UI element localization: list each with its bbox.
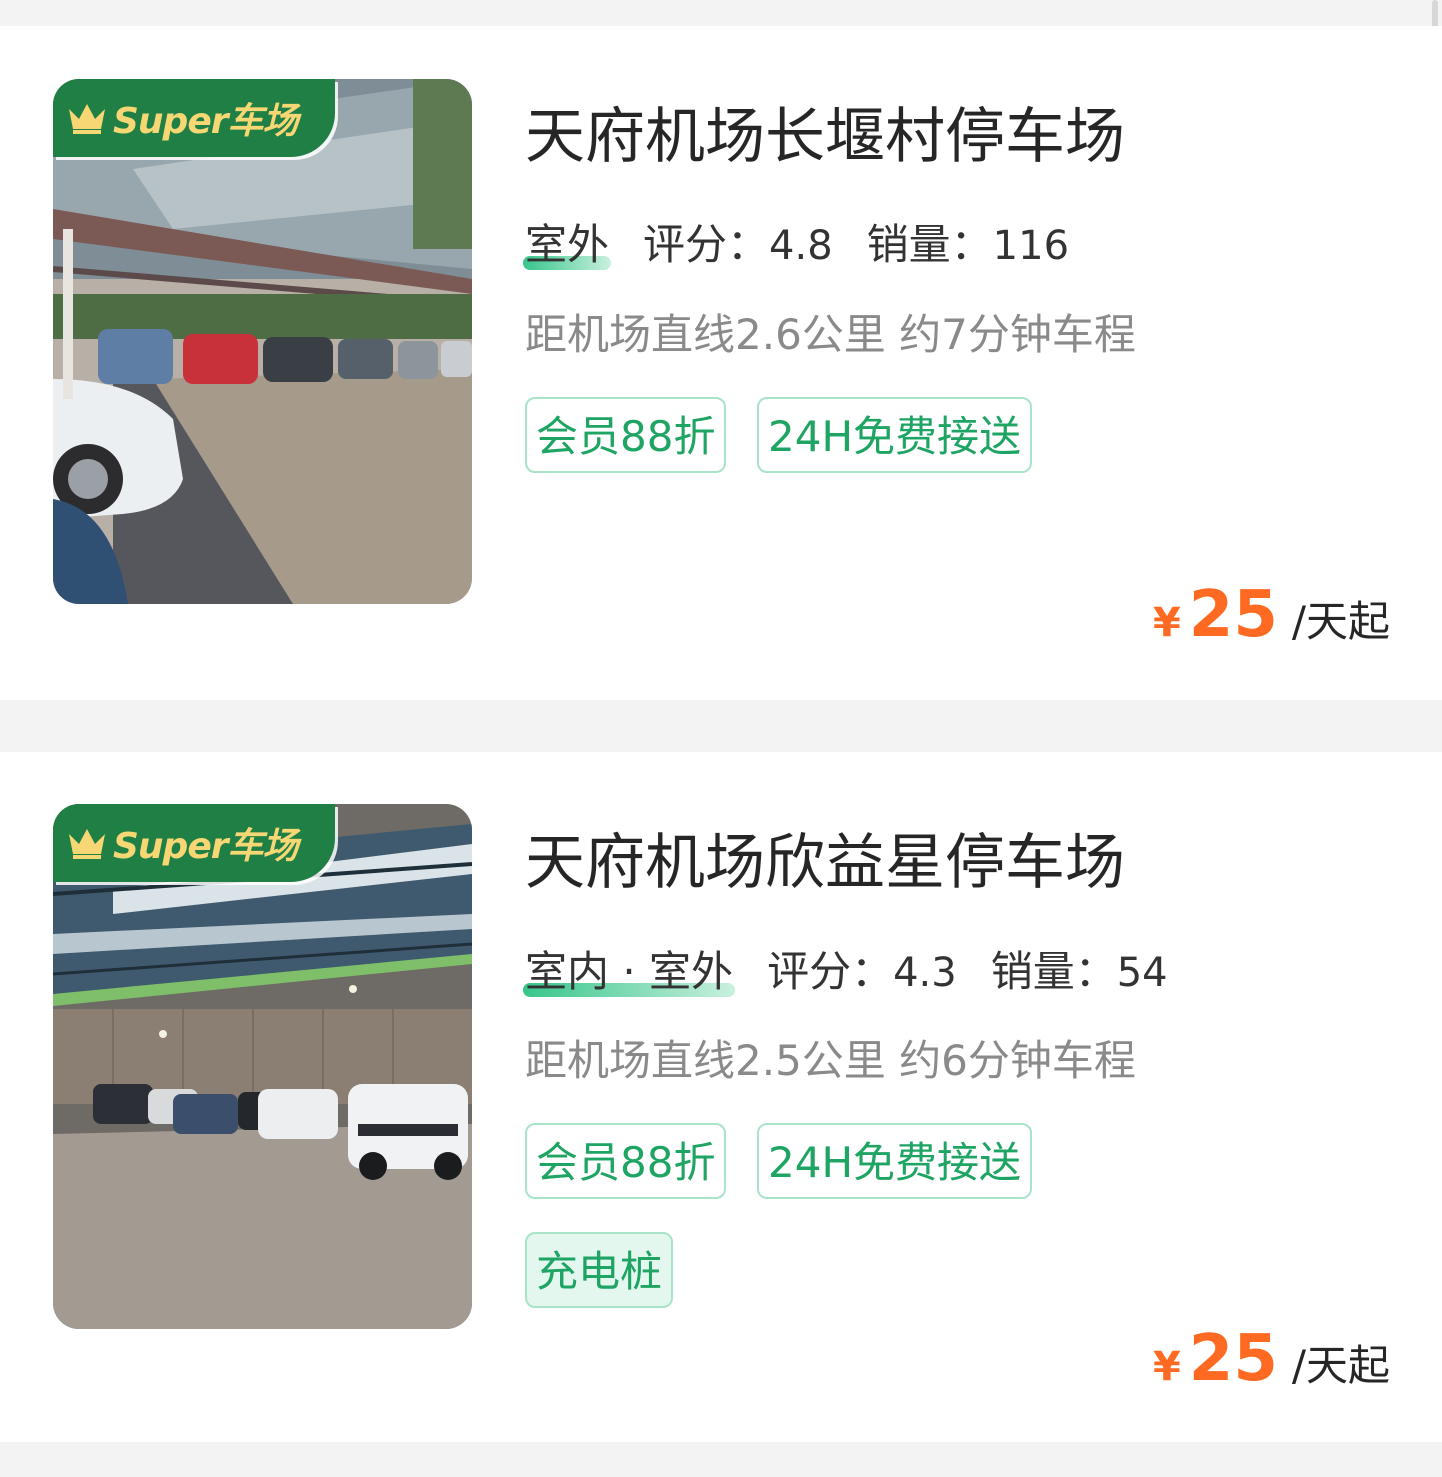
environment-label: 室外 bbox=[522, 211, 612, 272]
distance-text: 距机场直线2.6公里 约7分钟车程 bbox=[525, 310, 1136, 359]
super-badge-label: Super车场 bbox=[113, 826, 298, 867]
price-unit: /天起 bbox=[1291, 1341, 1390, 1390]
price-unit: /天起 bbox=[1291, 597, 1390, 646]
price-amount: 25 bbox=[1188, 578, 1278, 652]
rating-value: 4.3 bbox=[893, 950, 957, 996]
parking-name[interactable]: 天府机场欣益星停车场 bbox=[525, 814, 1125, 901]
parking-card[interactable]: Super车场 天府机场长堰村停车场 室外 评分： 4.8 销量： 116 距机… bbox=[0, 26, 1442, 700]
tag-free-shuttle: 24H免费接送 bbox=[757, 397, 1033, 473]
price: ¥ 25 /天起 bbox=[1153, 578, 1390, 652]
tag-member-discount: 会员88折 bbox=[525, 1123, 727, 1199]
super-badge: Super车场 bbox=[53, 79, 335, 157]
parking-card[interactable]: Super车场 天府机场欣益星停车场 室内 · 室外 评分： 4.3 销量： 5… bbox=[0, 752, 1442, 1442]
crown-icon bbox=[69, 104, 105, 134]
sales-value: 54 bbox=[1116, 950, 1168, 996]
sales-label: 销量： bbox=[990, 947, 1117, 996]
parking-photo[interactable]: Super车场 bbox=[53, 804, 472, 1329]
super-badge-label: Super车场 bbox=[113, 101, 298, 142]
currency-symbol: ¥ bbox=[1152, 1344, 1181, 1390]
sales-value: 116 bbox=[992, 223, 1070, 269]
price: ¥ 25 /天起 bbox=[1153, 1322, 1390, 1396]
super-badge: Super车场 bbox=[53, 804, 335, 882]
rating-value: 4.8 bbox=[769, 223, 833, 269]
parking-photo[interactable]: Super车场 bbox=[53, 79, 472, 604]
parking-name[interactable]: 天府机场长堰村停车场 bbox=[525, 88, 1125, 175]
environment-label: 室内 · 室外 bbox=[522, 938, 736, 999]
parking-info-row: 室外 评分： 4.8 销量： 116 bbox=[522, 211, 1070, 272]
tag-free-shuttle: 24H免费接送 bbox=[757, 1123, 1033, 1199]
parking-info-row: 室内 · 室外 评分： 4.3 销量： 54 bbox=[522, 938, 1168, 999]
sales-label: 销量： bbox=[866, 220, 993, 269]
distance-text: 距机场直线2.5公里 约6分钟车程 bbox=[525, 1036, 1136, 1085]
parking-list-page: Super车场 天府机场长堰村停车场 室外 评分： 4.8 销量： 116 距机… bbox=[0, 0, 1442, 1477]
rating-label: 评分： bbox=[643, 220, 770, 269]
currency-symbol: ¥ bbox=[1152, 600, 1181, 646]
outdoor-parking-image bbox=[53, 79, 472, 604]
indoor-parking-image bbox=[53, 804, 472, 1329]
rating-label: 评分： bbox=[767, 947, 894, 996]
tag-charging-pile: 充电桩 bbox=[525, 1232, 674, 1308]
price-amount: 25 bbox=[1188, 1322, 1278, 1396]
crown-icon bbox=[69, 829, 105, 859]
tag-member-discount: 会员88折 bbox=[525, 397, 727, 473]
